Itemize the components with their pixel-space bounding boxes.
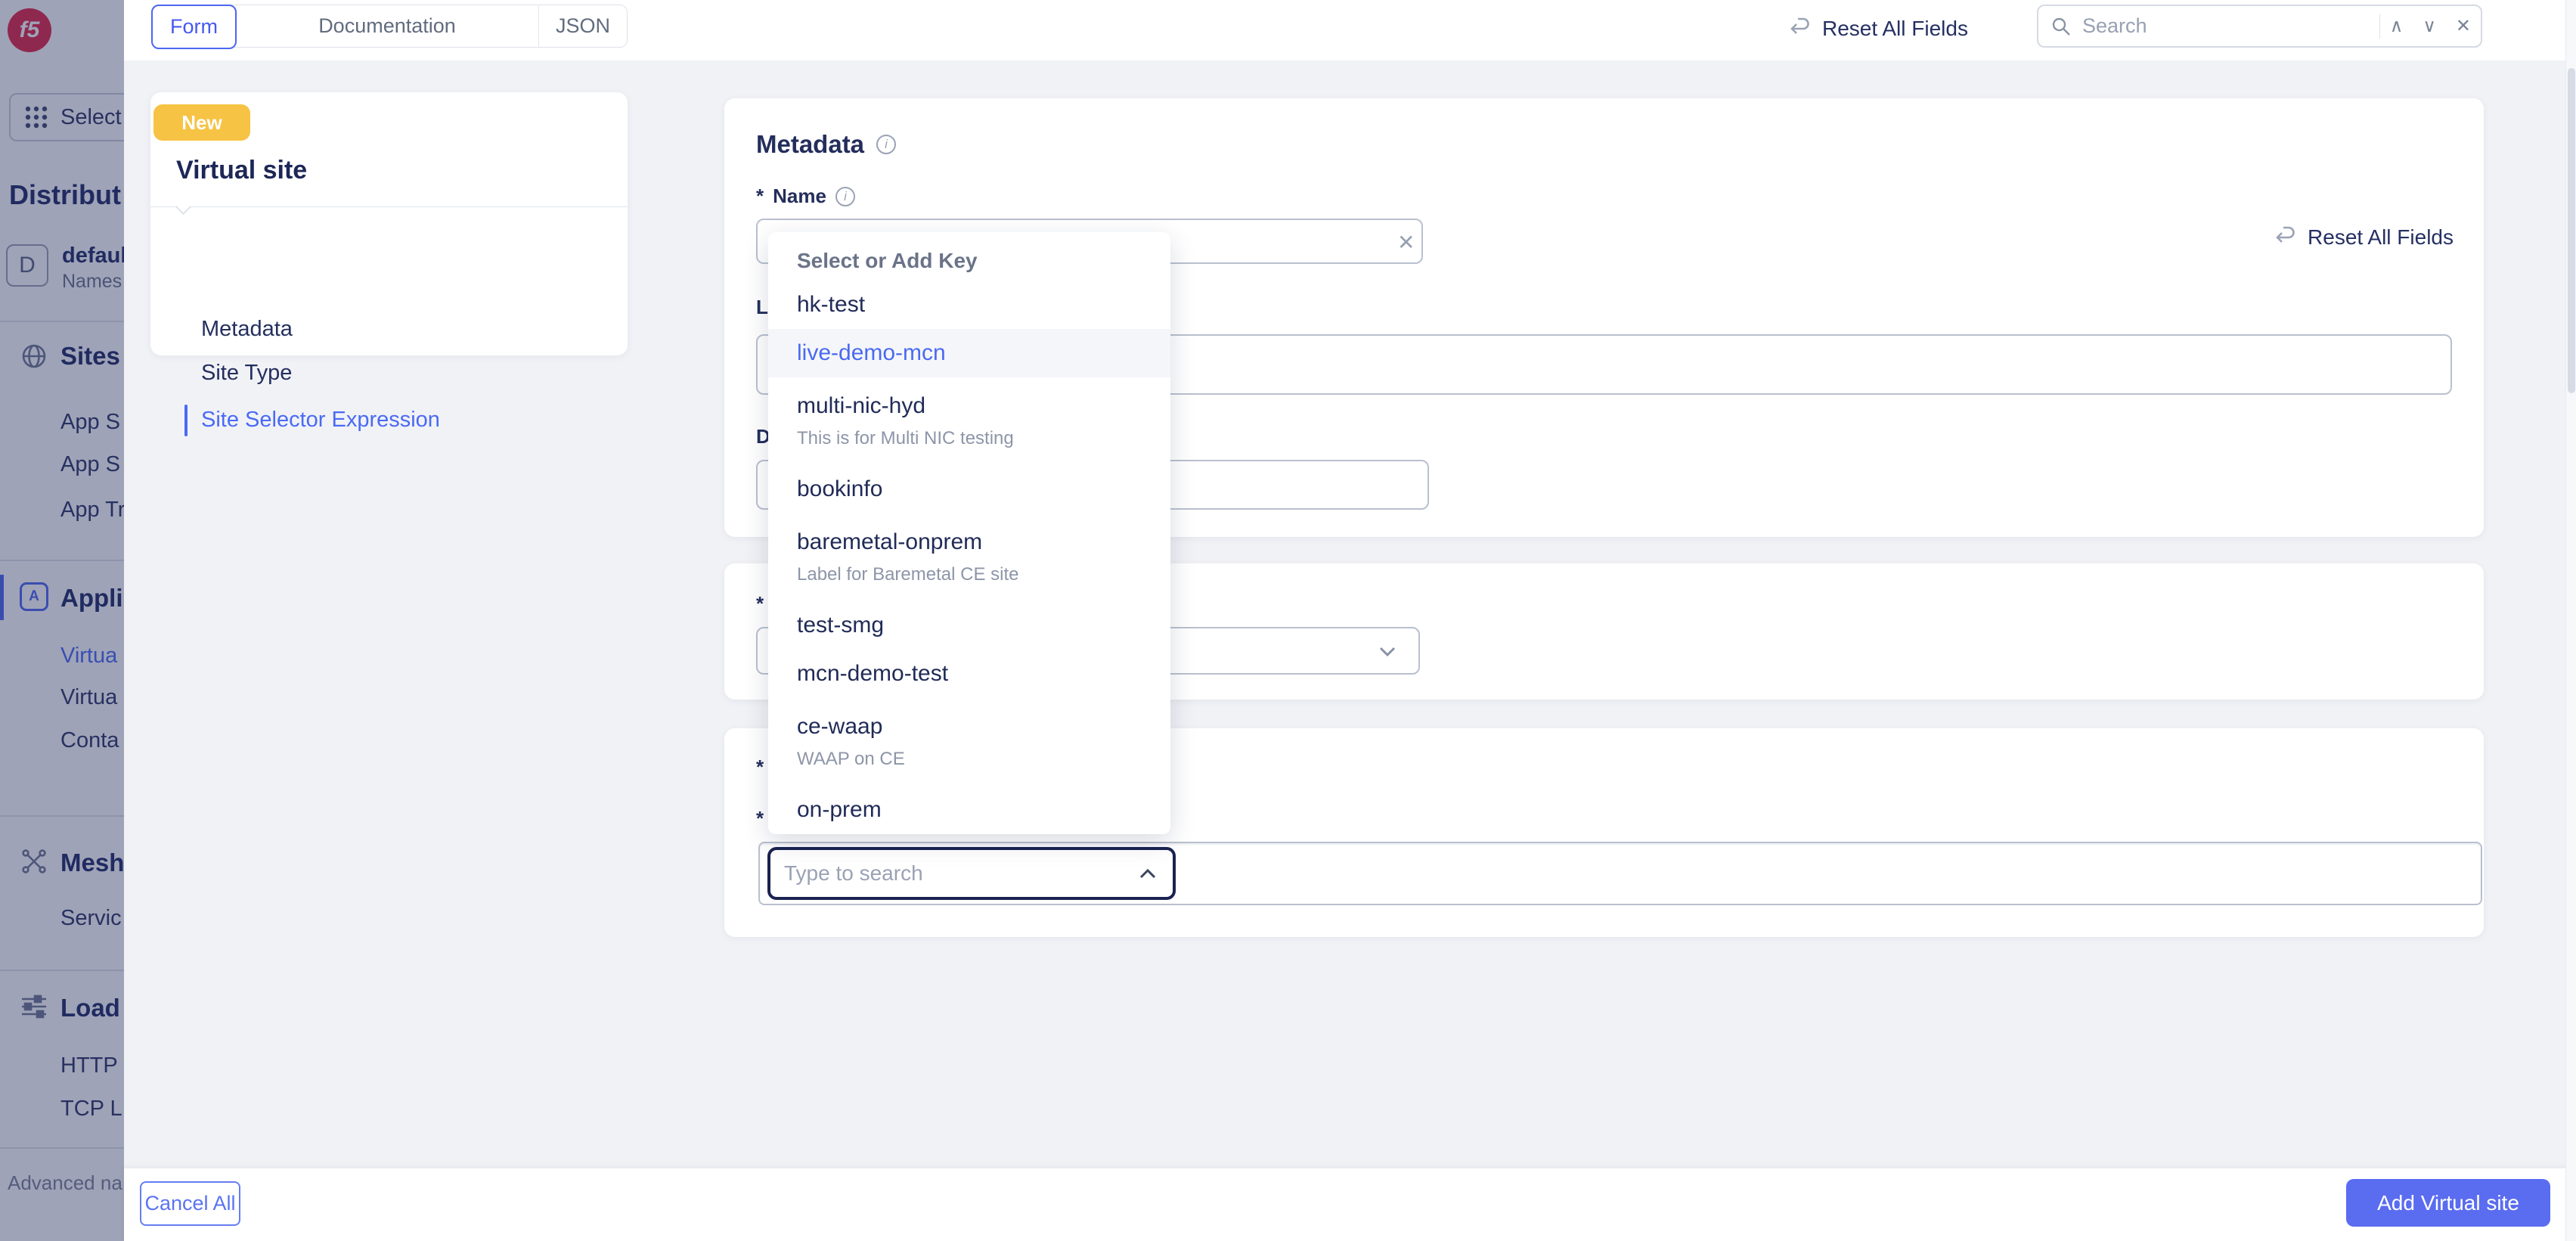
option-label: test-smg [797, 613, 1170, 638]
form-reset-all-fields-label: Reset All Fields [2308, 225, 2454, 250]
wizard-nav-site-type[interactable]: Site Type [201, 361, 292, 386]
name-label: * Name i [756, 185, 855, 208]
required-marker: * [756, 807, 764, 830]
dropdown-option[interactable]: ce-waap WAAP on CE [768, 698, 1170, 786]
wizard-nav-card: New Virtual site Metadata Site Type Site… [150, 92, 628, 355]
option-label: bookinfo [797, 476, 1170, 502]
chevron-down-icon [1379, 647, 1396, 657]
virtual-site-modal: Documentation JSON Form Reset All Fields [124, 0, 2576, 1241]
form-reset-all-fields-button[interactable]: Reset All Fields [2274, 225, 2454, 250]
name-label-text: Name [773, 185, 826, 208]
dropdown-option[interactable]: bookinfo [768, 465, 1170, 513]
modal-footer: Cancel All Add Virtual site [124, 1168, 2576, 1241]
required-marker: * [756, 592, 764, 616]
required-marker: * [756, 185, 764, 208]
reset-all-fields-button[interactable]: Reset All Fields [1789, 17, 1968, 41]
info-icon[interactable]: i [835, 187, 855, 206]
dropdown-option-highlighted[interactable]: live-demo-mcn [768, 329, 1170, 377]
reset-all-fields-label: Reset All Fields [1822, 17, 1968, 41]
search-close-icon[interactable]: ✕ [2446, 15, 2481, 37]
cancel-all-button[interactable]: Cancel All [140, 1181, 240, 1226]
option-label: multi-nic-hyd [797, 393, 1170, 419]
wizard-nav-metadata[interactable]: Metadata [201, 317, 293, 342]
option-label: ce-waap [797, 714, 1170, 740]
dropdown-option[interactable]: on-prem [768, 786, 1170, 834]
wizard-divider [150, 206, 628, 207]
required-marker: * [756, 755, 764, 779]
dropdown-option[interactable]: hk-test [768, 281, 1170, 329]
dropdown-option[interactable]: multi-nic-hyd This is for Multi NIC test… [768, 377, 1170, 465]
chevron-up-icon[interactable] [1139, 868, 1156, 879]
dropdown-option[interactable]: baremetal-onprem Label for Baremetal CE … [768, 513, 1170, 601]
option-label: hk-test [797, 292, 1170, 318]
label-key-dropdown: Select or Add Key hk-test live-demo-mcn … [768, 232, 1170, 834]
dropdown-option[interactable]: mcn-demo-test [768, 650, 1170, 698]
header-search-box: ∧ ∨ ✕ [2037, 5, 2482, 48]
new-badge: New [153, 104, 250, 141]
search-icon [2051, 16, 2072, 37]
tab-documentation[interactable]: Documentation [237, 5, 538, 47]
option-label: baremetal-onprem [797, 529, 1170, 555]
reset-icon [1789, 17, 1812, 40]
modal-backdrop [0, 0, 124, 1241]
option-description: Label for Baremetal CE site [797, 564, 1170, 585]
scrollbar-thumb[interactable] [2568, 68, 2575, 393]
add-virtual-site-button[interactable]: Add Virtual site [2346, 1179, 2550, 1227]
expression-builder-field[interactable] [758, 842, 2482, 905]
clear-name-icon[interactable]: ✕ [1397, 230, 1415, 255]
label-key-combobox[interactable] [767, 847, 1176, 900]
search-input[interactable] [2082, 14, 2379, 38]
wizard-nav-site-selector-expression[interactable]: Site Selector Expression [201, 408, 440, 433]
tab-json[interactable]: JSON [538, 5, 628, 47]
combobox-search-input[interactable] [784, 861, 1139, 886]
dropdown-option[interactable]: test-smg [768, 601, 1170, 650]
reset-icon [2274, 226, 2297, 249]
option-label: live-demo-mcn [797, 340, 1170, 366]
view-tab-group: Documentation JSON Form [151, 5, 628, 48]
dropdown-header: Select or Add Key [768, 232, 1170, 281]
search-next-icon[interactable]: ∨ [2413, 15, 2446, 37]
option-description: This is for Multi NIC testing [797, 428, 1170, 449]
app-root: f5 Select Distribut D defaul Names [0, 0, 2576, 1241]
info-icon[interactable]: i [876, 135, 896, 154]
option-label: on-prem [797, 797, 1170, 823]
search-prev-icon[interactable]: ∧ [2380, 15, 2413, 37]
modal-header: Documentation JSON Form Reset All Fields [124, 0, 2576, 60]
option-label: mcn-demo-test [797, 661, 1170, 687]
tab-form[interactable]: Form [151, 5, 237, 49]
option-description: WAAP on CE [797, 749, 1170, 770]
active-nav-bar [184, 405, 188, 436]
wizard-title: Virtual site [176, 156, 307, 185]
metadata-heading: Metadata [756, 130, 864, 159]
page-scrollbar[interactable] [2565, 0, 2576, 1241]
collapse-chevron-icon[interactable] [175, 199, 191, 215]
